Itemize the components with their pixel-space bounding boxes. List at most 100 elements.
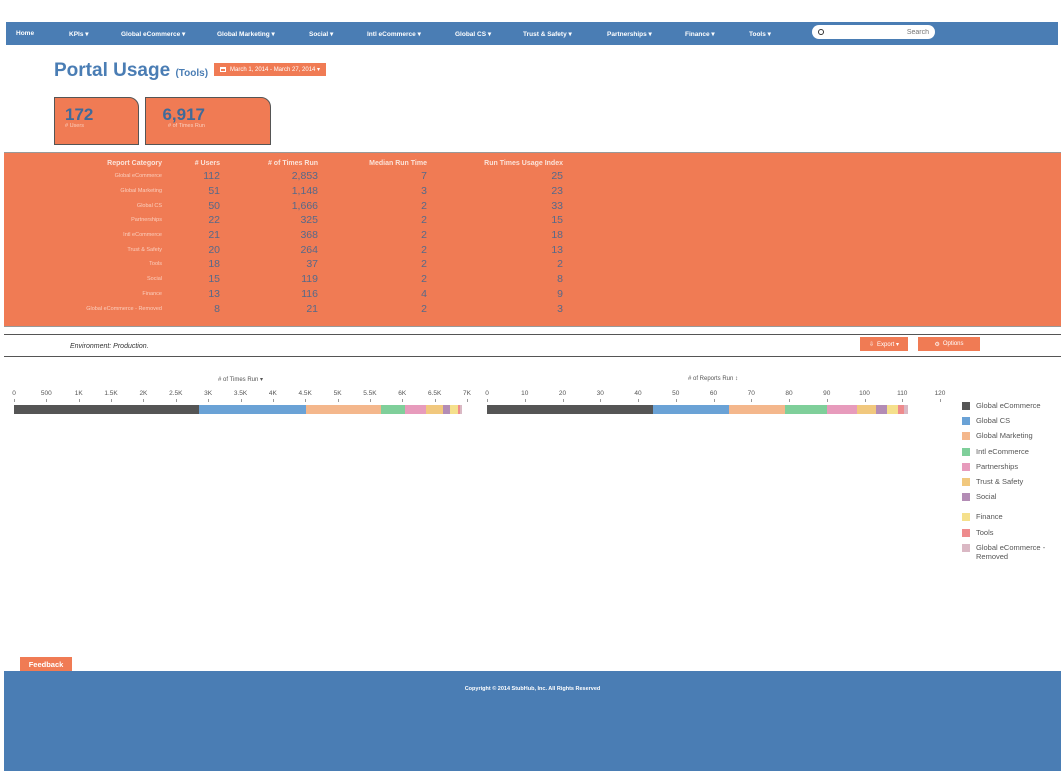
axis-tick-mark	[46, 399, 48, 402]
axis-tick-label: 500	[40, 390, 52, 397]
bar-segment[interactable]	[442, 405, 451, 414]
bar-segment[interactable]	[856, 405, 876, 414]
axis-tick-label: 3K	[204, 390, 213, 397]
legend-item[interactable]: Social	[962, 492, 1062, 507]
axis-tick-mark	[208, 399, 210, 402]
legend-label: Tools	[976, 527, 994, 537]
col-median-run-time[interactable]: Median Run Time	[318, 157, 427, 169]
bar-segment[interactable]	[306, 405, 381, 414]
axis-tick-label: 40	[634, 390, 642, 397]
table-row: Intl eCommerce 21 368 2 18	[4, 228, 563, 243]
row-category[interactable]: Global eCommerce	[4, 169, 162, 184]
row-category[interactable]: Finance	[4, 287, 162, 302]
chart2-title[interactable]: # of Reports Run ↕	[688, 376, 738, 382]
divider	[4, 334, 1061, 335]
legend-item[interactable]: Global eCommerce	[962, 401, 1062, 416]
row-category[interactable]: Global eCommerce - Removed	[4, 301, 162, 316]
col-times-run[interactable]: # of Times Run	[220, 157, 318, 169]
nav-social[interactable]: Social ▾	[309, 30, 333, 38]
chart1-title[interactable]: # of Times Run ▾	[218, 376, 263, 383]
nav-intl-ecommerce[interactable]: Intl eCommerce ▾	[367, 30, 421, 38]
export-button[interactable]: ⇩ Export ▾	[860, 337, 908, 351]
axis-tick-label: 10	[521, 390, 529, 397]
bar-segment[interactable]	[785, 405, 827, 414]
row-value: 13	[551, 243, 563, 256]
bar-segment[interactable]	[380, 405, 405, 414]
legend-label: Intl eCommerce	[976, 446, 1029, 456]
legend-item[interactable]: Tools	[962, 528, 1062, 543]
date-range-picker[interactable]: March 1, 2014 - March 27, 2014 ▾	[214, 63, 327, 76]
nav-finance[interactable]: Finance ▾	[685, 30, 715, 38]
nav-tools[interactable]: Tools ▾	[749, 30, 771, 38]
table-row: Trust & Safety 20 264 2 13	[4, 242, 563, 257]
bar-segment[interactable]	[460, 405, 462, 414]
col-report-category[interactable]: Report Category	[4, 157, 162, 169]
row-value: 21	[208, 229, 220, 242]
row-category[interactable]: Global Marketing	[4, 184, 162, 199]
search-input[interactable]	[823, 28, 929, 36]
row-value: 264	[300, 243, 318, 256]
axis-tick-mark	[369, 399, 371, 402]
nav-home[interactable]: Home	[16, 30, 34, 37]
legend-label: Trust & Safety	[976, 476, 1024, 486]
row-category[interactable]: Tools	[4, 257, 162, 272]
row-value: 13	[208, 287, 220, 300]
row-value: 18	[551, 229, 563, 242]
axis-tick-mark	[305, 399, 307, 402]
row-value: 15	[551, 214, 563, 227]
bar-segment[interactable]	[904, 405, 908, 414]
row-value: 116	[301, 287, 318, 300]
options-icon: ⚙	[934, 341, 940, 348]
bar-segment[interactable]	[198, 405, 307, 414]
legend-item[interactable]: Global CS	[962, 416, 1062, 431]
axis-tick-label: 2.5K	[169, 390, 183, 397]
feedback-button[interactable]: Feedback	[20, 657, 72, 671]
options-button[interactable]: ⚙ Options	[918, 337, 980, 351]
bar-segment[interactable]	[404, 405, 426, 414]
legend-item[interactable]: Partnerships	[962, 462, 1062, 477]
legend-item[interactable]: Trust & Safety	[962, 477, 1062, 492]
environment-label: Environment: Production.	[70, 343, 149, 350]
bar-segment[interactable]	[487, 405, 654, 414]
row-value: 2	[421, 302, 427, 315]
bar-segment[interactable]	[875, 405, 888, 414]
row-category[interactable]: Intl eCommerce	[4, 228, 162, 243]
copyright-text: Copyright © 2014 StubHub, Inc. All Right…	[464, 686, 601, 692]
bar-segment[interactable]	[653, 405, 729, 414]
axis-tick-mark	[467, 399, 468, 402]
legend-item[interactable]: Global Marketing	[962, 431, 1062, 446]
axis-tick-mark	[789, 399, 790, 402]
bar-segment[interactable]	[887, 405, 899, 414]
nav-global-marketing[interactable]: Global Marketing ▾	[217, 30, 275, 38]
row-category[interactable]: Partnerships	[4, 213, 162, 228]
row-category[interactable]: Trust & Safety	[4, 242, 162, 257]
nav-global-cs[interactable]: Global CS ▾	[455, 30, 491, 38]
axis-tick-label: 6.5K	[427, 390, 442, 397]
nav-global-ecommerce[interactable]: Global eCommerce ▾	[121, 30, 185, 38]
axis-tick-mark	[902, 399, 904, 402]
row-value: 2	[421, 214, 427, 227]
nav-partnerships[interactable]: Partnerships ▾	[607, 30, 652, 38]
col-users[interactable]: # Users	[162, 157, 220, 169]
legend-item[interactable]: Global eCommerce - Removed	[962, 543, 1062, 561]
row-category[interactable]: Global CS	[4, 198, 162, 213]
bar-segment[interactable]	[14, 405, 199, 414]
axis-tick-mark	[864, 399, 866, 402]
bar-segment[interactable]	[450, 405, 458, 414]
legend-item[interactable]: Intl eCommerce	[962, 447, 1062, 462]
row-category[interactable]: Social	[4, 272, 162, 287]
legend-item[interactable]: Finance	[962, 512, 1062, 527]
axis-tick-mark	[111, 399, 113, 402]
legend-swatch	[962, 543, 970, 552]
nav-trust-safety[interactable]: Trust & Safety ▾	[523, 30, 572, 38]
row-value: 3	[421, 185, 427, 198]
page-title-text: Portal Usage	[54, 60, 171, 81]
axis-tick-label: 60	[709, 390, 718, 397]
bar-segment[interactable]	[728, 405, 786, 414]
bar-segment[interactable]	[425, 405, 443, 414]
bar-segment[interactable]	[826, 405, 857, 414]
table-row: Global eCommerce 112 2,853 7 25	[4, 169, 563, 184]
row-value: 2	[421, 243, 427, 256]
nav-kpis[interactable]: KPIs ▾	[69, 30, 89, 38]
col-usage-index[interactable]: Run Times Usage Index	[427, 157, 563, 169]
